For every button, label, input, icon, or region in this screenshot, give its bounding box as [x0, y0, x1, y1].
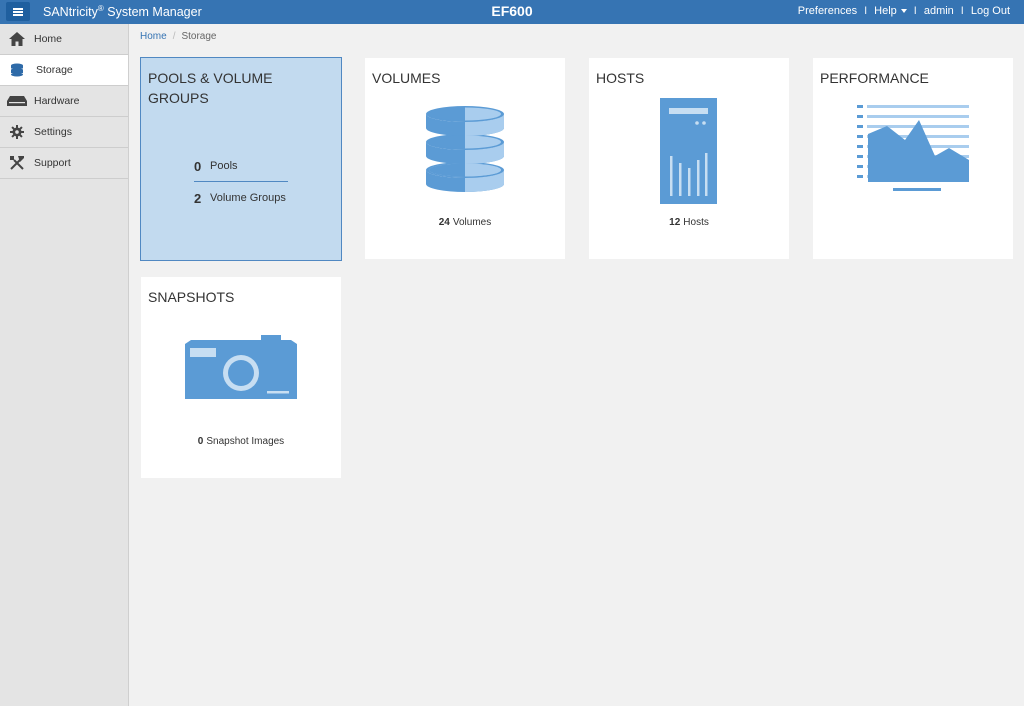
performance-tile[interactable]: PERFORMANCE [813, 58, 1013, 259]
tile-title: PERFORMANCE [820, 70, 929, 86]
sidebar-item-settings[interactable]: Settings [0, 117, 128, 148]
breadcrumb: Home / Storage [140, 31, 217, 42]
logout-link[interactable]: Log Out [971, 5, 1010, 17]
app-title: SANtricity® System Manager [43, 4, 202, 20]
hamburger-menu-button[interactable] [6, 2, 30, 21]
database-icon [426, 106, 504, 192]
performance-chart-icon [857, 105, 969, 191]
breadcrumb-current: Storage [181, 31, 217, 42]
sidebar-item-hardware[interactable]: Hardware [0, 86, 128, 117]
divider [194, 181, 288, 182]
volumes-tile[interactable]: VOLUMES 24 Volumes [365, 58, 565, 259]
tile-title: POOLS & VOLUME GROUPS [148, 70, 273, 106]
sidebar: Home Storage Hardware Settings Support [0, 24, 129, 706]
pools-volume-groups-tile[interactable]: POOLS & VOLUME GROUPS 0 Pools 2 Volume G… [140, 57, 342, 261]
tools-icon [0, 155, 34, 171]
server-icon [660, 98, 717, 204]
hosts-tile[interactable]: HOSTS 12 Hosts [589, 58, 789, 259]
volumes-count: 24 Volumes [438, 217, 492, 228]
pools-stat: 0 Pools [194, 158, 238, 174]
home-icon [0, 32, 34, 46]
snapshots-count: 0 Snapshot Images [197, 436, 285, 447]
breadcrumb-home-link[interactable]: Home [140, 31, 167, 42]
sidebar-item-support[interactable]: Support [0, 148, 128, 179]
sidebar-item-storage[interactable]: Storage [0, 55, 128, 86]
help-menu[interactable]: Help [874, 5, 907, 17]
snapshots-tile[interactable]: SNAPSHOTS 0 Snapshot Images [141, 277, 341, 478]
hosts-count: 12 Hosts [669, 217, 709, 228]
tile-title: SNAPSHOTS [148, 289, 235, 305]
pool-stats: 0 Pools 2 Volume Groups [194, 158, 288, 206]
caret-down-icon [900, 9, 907, 14]
tile-title: VOLUMES [372, 70, 441, 86]
top-bar: SANtricity® System Manager EF600 Prefere… [0, 0, 1024, 24]
storage-icon [0, 63, 34, 77]
camera-icon [185, 335, 297, 399]
tile-title: HOSTS [596, 70, 645, 86]
menu-icon [13, 7, 23, 16]
preferences-link[interactable]: Preferences [798, 5, 857, 17]
hardware-icon [0, 96, 34, 106]
user-menu[interactable]: admin [924, 5, 954, 17]
volume-groups-stat: 2 Volume Groups [194, 190, 286, 206]
top-links: Preferences I Help I admin I Log Out [797, 5, 1010, 17]
gear-icon [0, 125, 34, 139]
sidebar-item-home[interactable]: Home [0, 24, 128, 55]
